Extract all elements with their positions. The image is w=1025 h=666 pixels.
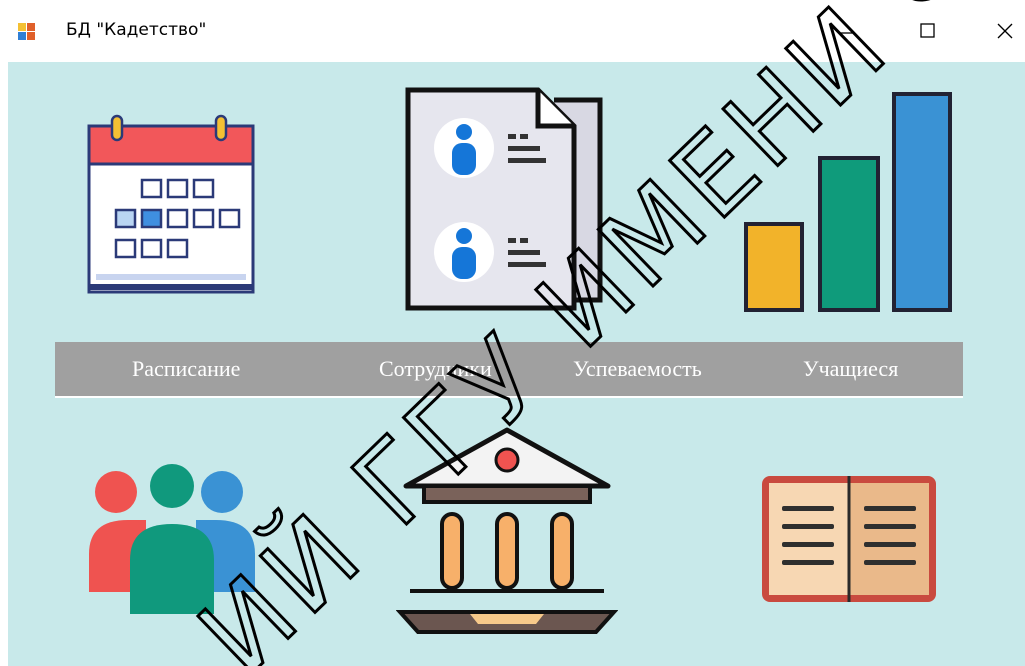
bar-chart-icon[interactable] [741, 90, 956, 315]
window-title: БД "Кадетство" [66, 20, 207, 40]
institution-building-icon[interactable] [396, 426, 618, 666]
people-group-icon[interactable] [86, 464, 258, 616]
main-panel: Расписание Сотрудники Успеваемость Учащи… [8, 62, 1025, 666]
close-button[interactable] [985, 10, 1025, 50]
minimize-button[interactable] [827, 10, 867, 50]
menu-item-students[interactable]: Учащиеся [803, 356, 898, 382]
title-bar: БД "Кадетство" [0, 0, 1025, 62]
menu-item-performance[interactable]: Успеваемость [573, 356, 702, 382]
navigation-menu: Расписание Сотрудники Успеваемость Учащи… [55, 342, 963, 398]
open-book-icon[interactable] [760, 474, 938, 604]
menu-item-staff[interactable]: Сотрудники [379, 356, 492, 382]
staff-documents-icon[interactable] [404, 86, 608, 316]
calendar-icon[interactable] [86, 114, 256, 294]
maximize-button[interactable] [907, 10, 947, 50]
app-icon [18, 23, 36, 41]
menu-item-schedule[interactable]: Расписание [132, 356, 240, 382]
